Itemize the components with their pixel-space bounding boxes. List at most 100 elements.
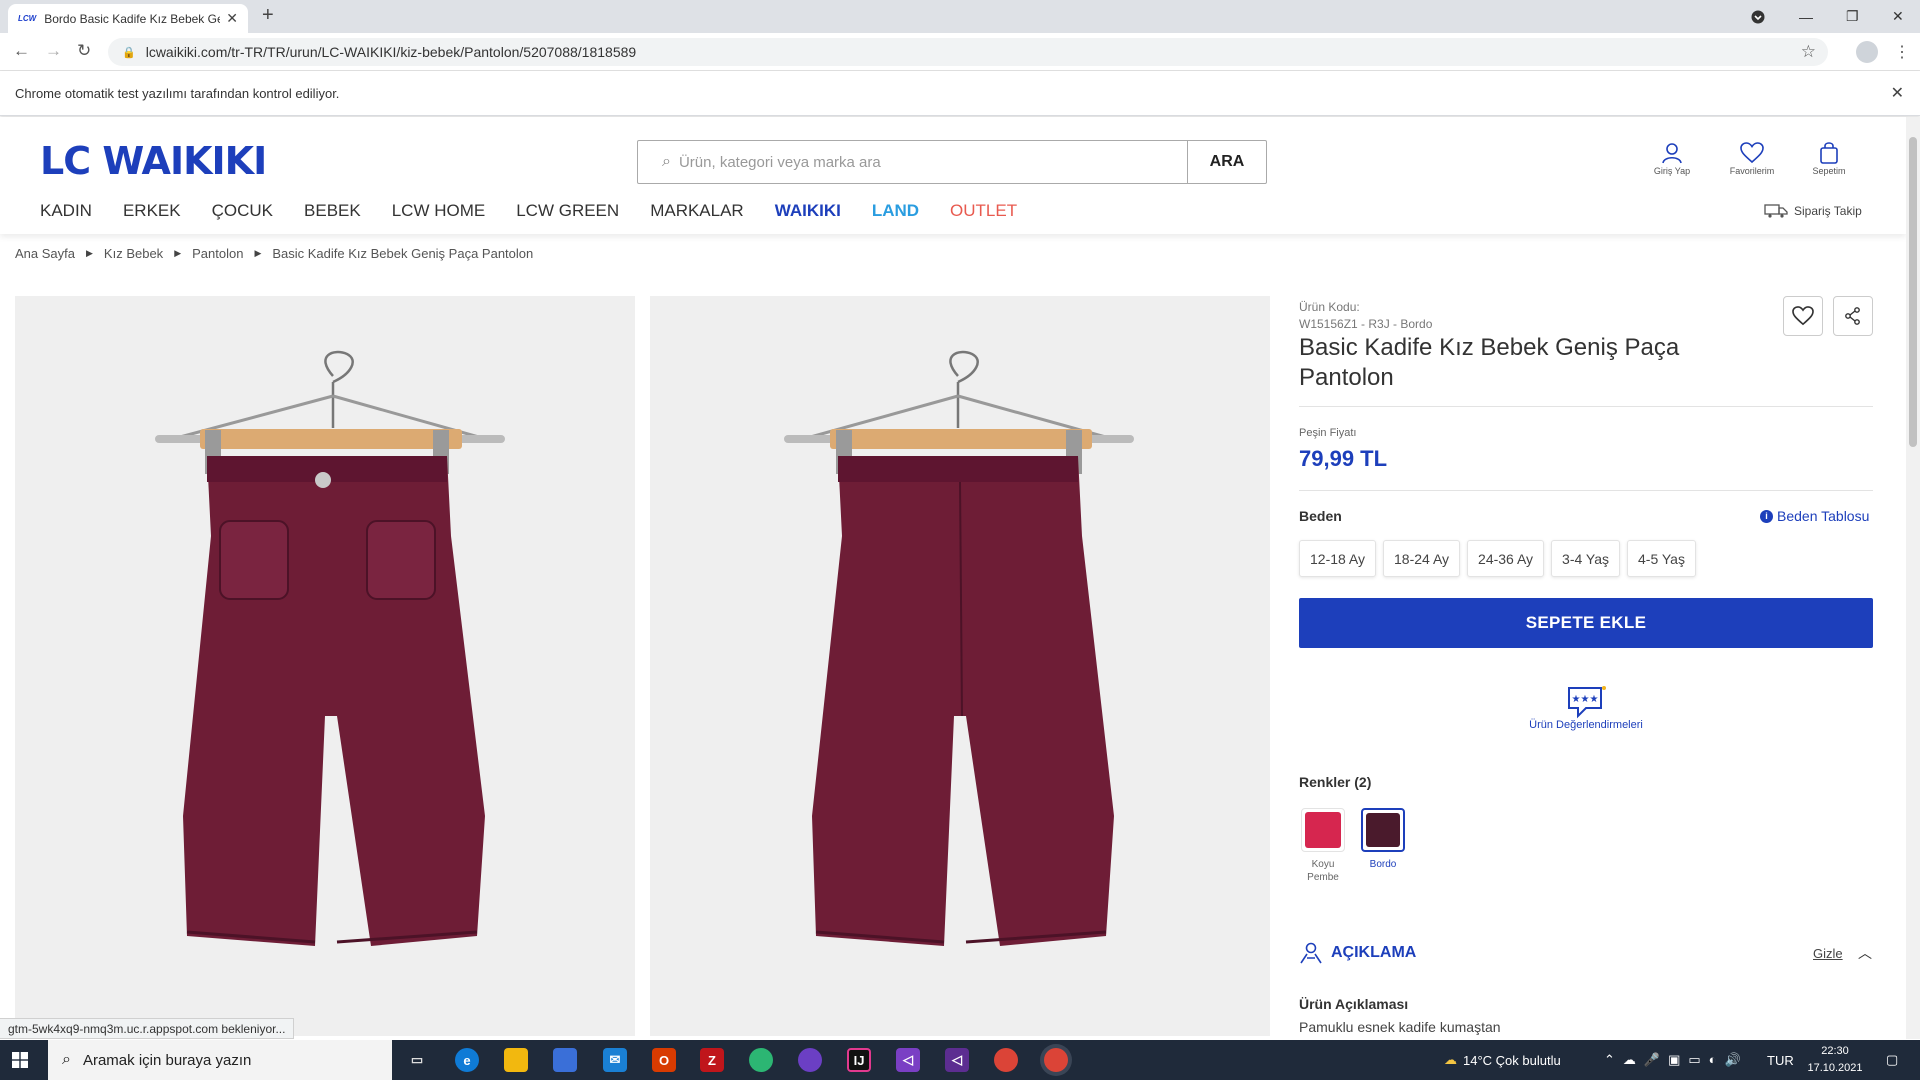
divider <box>1299 490 1873 491</box>
language-indicator[interactable]: TUR <box>1767 1040 1794 1080</box>
size-option[interactable]: 3-4 Yaş <box>1551 540 1621 577</box>
taskbar-search[interactable]: ⌕ Aramak için buraya yazın <box>48 1040 392 1080</box>
product-reviews-button[interactable]: ★★★ Ürün Değerlendirmeleri <box>1284 679 1888 740</box>
restore-icon[interactable]: ❐ <box>1846 0 1859 33</box>
product-image-back[interactable] <box>650 296 1270 1036</box>
url-text: lcwaikiki.com/tr-TR/TR/urun/LC-WAIKIKI/k… <box>145 44 637 60</box>
nav-lcw-home[interactable]: LCW HOME <box>392 201 486 221</box>
chrome-menu-icon[interactable]: ⋮ <box>1894 42 1910 62</box>
nav-markalar[interactable]: MARKALAR <box>650 201 744 221</box>
window-close-icon[interactable]: ✕ <box>1892 0 1904 33</box>
tab-search-icon[interactable] <box>1751 0 1765 33</box>
scrollbar-thumb[interactable] <box>1909 137 1917 447</box>
site-header: LC WAIKIKI ⌕ ARA Giriş Yap Favorilerim S… <box>0 117 1906 234</box>
forward-icon[interactable]: → <box>45 41 62 61</box>
truck-icon <box>1764 204 1788 218</box>
back-icon[interactable]: ← <box>13 41 30 61</box>
size-option[interactable]: 18-24 Ay <box>1383 540 1461 577</box>
profile-avatar[interactable] <box>1856 41 1878 63</box>
lcw-logo[interactable]: LC WAIKIKI <box>40 139 267 183</box>
nav-outlet[interactable]: OUTLET <box>950 201 1017 221</box>
clock[interactable]: 22:30 17.10.2021 <box>1800 1043 1870 1077</box>
size-option[interactable]: 24-36 Ay <box>1467 540 1545 577</box>
login-button[interactable]: Giriş Yap <box>1642 142 1702 176</box>
edge-icon[interactable]: e <box>455 1048 479 1072</box>
svg-text:★★★: ★★★ <box>1572 694 1599 705</box>
size-option[interactable]: 12-18 Ay <box>1299 540 1377 577</box>
info-icon: i <box>1760 509 1773 523</box>
size-chart-link[interactable]: i Beden Tablosu <box>1760 508 1869 524</box>
divider <box>1299 406 1873 407</box>
task-view-icon[interactable]: ▭ <box>405 1048 429 1072</box>
visual-studio-icon[interactable]: ◁ <box>945 1048 969 1072</box>
search-input[interactable] <box>678 153 1059 171</box>
minimize-icon[interactable]: — <box>1799 0 1813 33</box>
visual-studio-icon[interactable]: ◁ <box>896 1048 920 1072</box>
breadcrumb-separator-icon: ▶ <box>174 248 182 258</box>
chrome-icon[interactable] <box>994 1048 1018 1072</box>
filezilla-icon[interactable]: Z <box>700 1048 724 1072</box>
chrome-active-icon[interactable] <box>1044 1048 1068 1072</box>
new-tab-icon[interactable]: + <box>262 4 274 27</box>
system-tray-icons[interactable]: ⌃☁🎤▣▭◐🔊 <box>1604 1040 1749 1080</box>
size-options: 12-18 Ay 18-24 Ay 24-36 Ay 3-4 Yaş 4-5 Y… <box>1299 540 1703 577</box>
price-label: Peşin Fiyatı <box>1299 427 1357 439</box>
notifications-icon[interactable]: ▢ <box>1886 1040 1898 1080</box>
breadcrumb-kiz-bebek[interactable]: Kız Bebek <box>104 246 163 261</box>
share-button[interactable] <box>1833 296 1873 336</box>
product-image-front[interactable] <box>15 296 635 1036</box>
nav-waikikiland-part1: WAIKIKI <box>774 201 841 220</box>
url-field[interactable]: 🔒 lcwaikiki.com/tr-TR/TR/urun/LC-WAIKIKI… <box>108 38 1828 66</box>
color-label-bordo: Bordo <box>1369 859 1397 870</box>
product-title: Basic Kadife Kız Bebek Geniş Paça Pantol… <box>1299 334 1680 391</box>
breadcrumb-home[interactable]: Ana Sayfa <box>15 246 75 261</box>
cart-button[interactable]: Sepetim <box>1799 142 1859 176</box>
color-swatch-koyu-pembe[interactable] <box>1301 808 1345 852</box>
nav-kadin[interactable]: KADIN <box>40 201 92 221</box>
nav-waikikiland[interactable]: WAIKIKI LAND <box>775 201 950 221</box>
reload-icon[interactable]: ↻ <box>77 41 91 61</box>
file-explorer-icon[interactable] <box>504 1048 528 1072</box>
add-favorite-button[interactable] <box>1783 296 1823 336</box>
size-label: Beden <box>1299 508 1342 524</box>
nav-bebek[interactable]: BEBEK <box>304 201 361 221</box>
nav-cocuk[interactable]: ÇOCUK <box>212 201 273 221</box>
jetbrains-icon[interactable]: IJ <box>847 1048 871 1072</box>
windows-start-icon[interactable] <box>12 1052 28 1068</box>
product-price: 79,99 TL <box>1299 446 1388 471</box>
bookmark-star-icon[interactable]: ☆ <box>1801 42 1816 62</box>
add-to-cart-button[interactable]: SEPETE EKLE <box>1299 598 1873 648</box>
bag-icon <box>1820 142 1838 164</box>
address-bar: ← → ↻ 🔒 lcwaikiki.com/tr-TR/TR/urun/LC-W… <box>0 33 1920 71</box>
search-box: ⌕ ARA <box>637 140 1267 184</box>
chevron-up-icon[interactable]: ︿ <box>1858 943 1872 963</box>
description-header[interactable]: AÇIKLAMA <box>1331 944 1416 962</box>
search-icon: ⌕ <box>662 153 671 170</box>
color-swatch-bordo[interactable] <box>1361 808 1405 852</box>
user-icon <box>1662 143 1682 164</box>
breadcrumb: Ana Sayfa ▶ Kız Bebek ▶ Pantolon ▶ Basic… <box>15 246 533 261</box>
app-icon[interactable] <box>798 1048 822 1072</box>
browser-tab[interactable]: LCW Bordo Basic Kadife Kız Bebek Ge ✕ <box>8 4 248 33</box>
weather-widget[interactable]: ☁ 14°C Çok bulutlu <box>1444 1040 1561 1080</box>
app-icon[interactable] <box>749 1048 773 1072</box>
favorites-button[interactable]: Favorilerim <box>1722 142 1782 176</box>
nav-waikikiland-part2: LAND <box>871 201 920 220</box>
hide-description-link[interactable]: Gizle <box>1813 946 1843 961</box>
page-scrollbar[interactable] <box>1906 117 1920 1039</box>
office-icon[interactable]: O <box>652 1048 676 1072</box>
size-option[interactable]: 4-5 Yaş <box>1627 540 1696 577</box>
search-button[interactable]: ARA <box>1187 141 1266 183</box>
breadcrumb-pantolon[interactable]: Pantolon <box>192 246 243 261</box>
product-code: Ürün Kodu: W15156Z1 - R3J - Bordo <box>1299 299 1432 333</box>
tab-close-icon[interactable]: ✕ <box>226 10 238 27</box>
share-icon <box>1845 307 1860 325</box>
nav-erkek[interactable]: ERKEK <box>123 201 181 221</box>
nav-lcw-green[interactable]: LCW GREEN <box>516 201 619 221</box>
infobar-close-icon[interactable]: ✕ <box>1891 83 1904 103</box>
order-tracking-link[interactable]: Sipariş Takip <box>1764 204 1862 218</box>
login-label: Giriş Yap <box>1653 166 1691 176</box>
store-icon[interactable] <box>553 1048 577 1072</box>
mail-icon[interactable]: ✉ <box>603 1048 627 1072</box>
windows-taskbar: ⌕ Aramak için buraya yazın ▭ e ✉ O Z IJ … <box>0 1040 1920 1080</box>
